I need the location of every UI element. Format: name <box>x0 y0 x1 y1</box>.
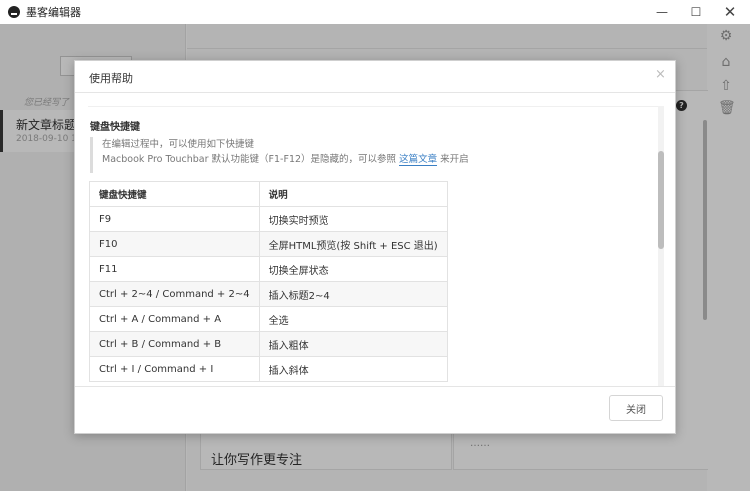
description-cell: 插入斜体 <box>258 356 448 382</box>
app-logo-icon <box>8 6 20 18</box>
shortcut-cell: F11 <box>89 256 260 282</box>
maximize-button[interactable]: ☐ <box>680 0 712 24</box>
article-link[interactable]: 这篇文章 <box>399 154 438 166</box>
table-row: F11 切换全屏状态 <box>89 256 448 282</box>
shortcut-cell: F10 <box>89 231 260 257</box>
description-cell: 插入标题2~4 <box>258 281 448 307</box>
minimize-button[interactable]: — <box>646 0 678 24</box>
table-row: Ctrl + I / Command + I 插入斜体 <box>89 356 448 382</box>
note-line-2-prefix: Macbook Pro Touchbar 默认功能键（F1-F12）是隐藏的，可… <box>102 154 397 165</box>
note-line-2-suffix: 来开启 <box>440 154 469 165</box>
shortcut-cell: F9 <box>89 206 260 232</box>
table-row: Ctrl + 2~4 / Command + 2~4 插入标题2~4 <box>89 281 448 307</box>
note-blockquote: 在编辑过程中，可以使用如下快捷键 Macbook Pro Touchbar 默认… <box>90 137 630 173</box>
table-row: Ctrl + B / Command + B 插入粗体 <box>89 331 448 357</box>
note-line-2: Macbook Pro Touchbar 默认功能键（F1-F12）是隐藏的，可… <box>102 152 630 167</box>
description-cell: 切换全屏状态 <box>258 256 448 282</box>
dialog-header: 使用帮助 × <box>75 61 675 93</box>
dialog-scrollbar-thumb[interactable] <box>658 151 664 249</box>
dialog-body: 键盘快捷键 在编辑过程中，可以使用如下快捷键 Macbook Pro Touch… <box>88 106 662 386</box>
shortcut-cell: Ctrl + I / Command + I <box>89 356 260 382</box>
description-cell: 全选 <box>258 306 448 332</box>
table-row: F9 切换实时预览 <box>89 206 448 232</box>
description-cell: 插入粗体 <box>258 331 448 357</box>
shortcut-table: 键盘快捷键 说明 F9 切换实时预览 F10 全屏HTML预览(按 Shift … <box>89 181 448 382</box>
shortcut-cell: Ctrl + A / Command + A <box>89 306 260 332</box>
shortcut-cell: Ctrl + 2~4 / Command + 2~4 <box>89 281 260 307</box>
column-header-description: 说明 <box>258 181 448 207</box>
title-bar: 墨客编辑器 — ☐ ✕ <box>0 0 750 24</box>
app-title: 墨客编辑器 <box>26 6 81 19</box>
table-header-row: 键盘快捷键 说明 <box>89 181 448 207</box>
dialog-title: 使用帮助 <box>89 72 133 85</box>
dialog-footer-divider <box>75 386 675 387</box>
shortcut-cell: Ctrl + B / Command + B <box>89 331 260 357</box>
table-row: Ctrl + A / Command + A 全选 <box>89 306 448 332</box>
description-cell: 全屏HTML预览(按 Shift + ESC 退出) <box>258 231 448 257</box>
description-cell: 切换实时预览 <box>258 206 448 232</box>
note-line-1: 在编辑过程中，可以使用如下快捷键 <box>102 139 255 150</box>
help-dialog: 使用帮助 × 键盘快捷键 在编辑过程中，可以使用如下快捷键 Macbook Pr… <box>74 60 676 434</box>
column-header-shortcut: 键盘快捷键 <box>89 181 260 207</box>
table-row: F10 全屏HTML预览(按 Shift + ESC 退出) <box>89 231 448 257</box>
window-close-button[interactable]: ✕ <box>714 0 746 24</box>
dialog-close-icon[interactable]: × <box>655 67 666 82</box>
close-button[interactable]: 关闭 <box>609 395 663 421</box>
section-title: 键盘快捷键 <box>90 122 140 133</box>
